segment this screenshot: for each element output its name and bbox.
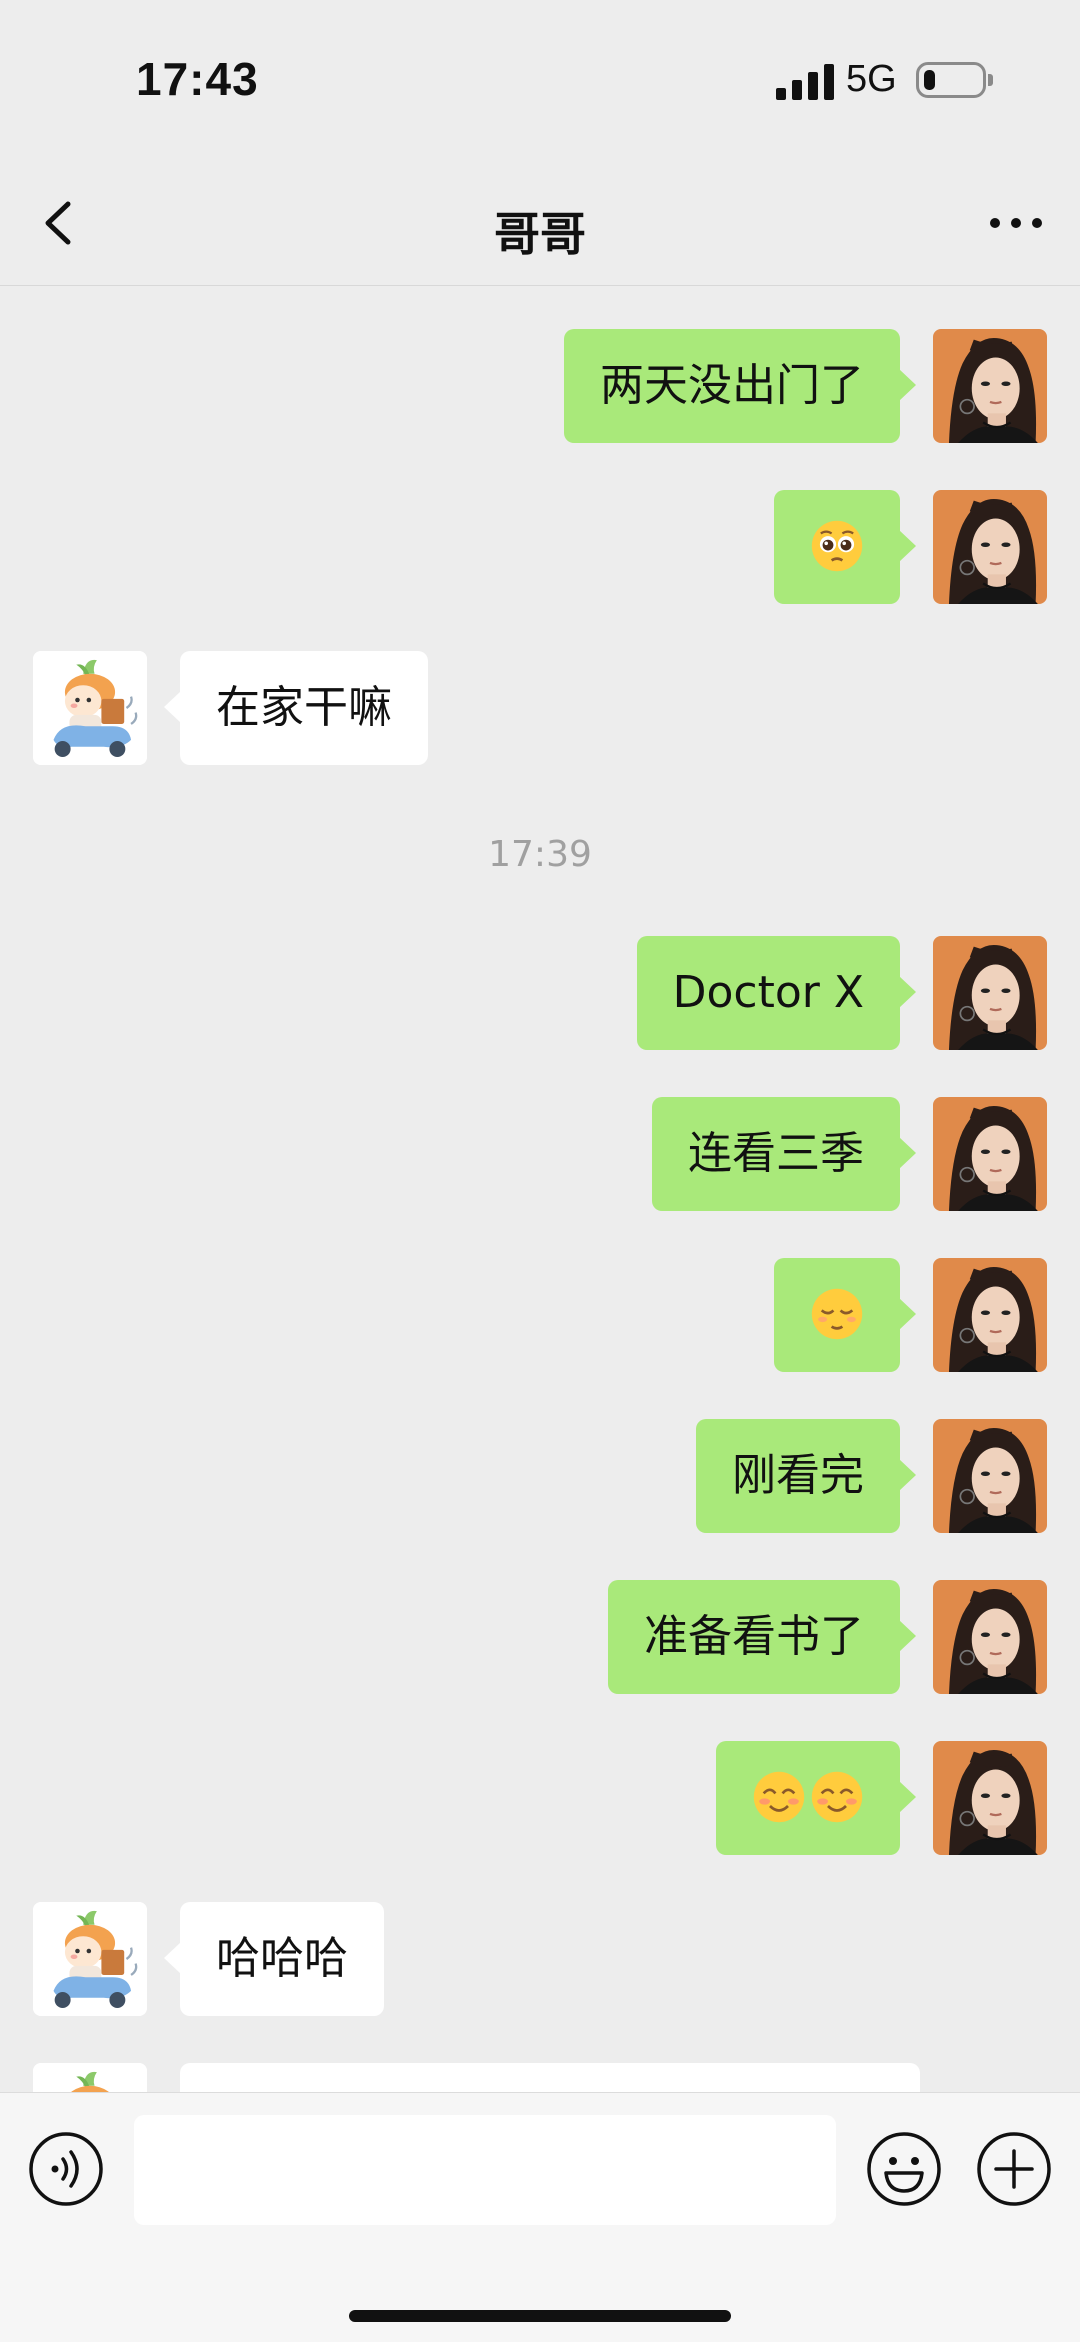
message-row: 两天没出门了 [0,329,1080,443]
message-text: 连看三季 [688,1128,864,1179]
contact-avatar[interactable] [33,651,147,765]
contact-message-bubble[interactable]: 哈哈哈 [164,1902,384,2016]
message-row: 哈哈哈 [0,1902,1080,2016]
message-timestamp: 17:39 [488,834,592,875]
my-message-bubble[interactable]: 准备看书了 [608,1580,916,1694]
message-text: Doctor X [672,967,864,1018]
message-row [0,1741,1080,1855]
my-avatar[interactable] [933,1097,1047,1211]
message-text: 准备看书了 [644,1611,864,1662]
message-row [0,1258,1080,1372]
contact-message-bubble[interactable]: 在家干嘛 [164,651,428,765]
my-avatar[interactable] [933,1580,1047,1694]
message-input[interactable] [134,2115,836,2225]
message-text: 刚看完 [732,1450,864,1501]
chat-header: 哥哥 [0,160,1080,286]
status-bar: 17:43 5G [0,0,1080,160]
my-message-bubble[interactable] [716,1741,916,1855]
message-row-partial [0,2063,1080,2092]
message-row: 在家干嘛 [0,651,1080,765]
message-text: 两天没出门了 [600,360,864,411]
battery-tip [988,74,993,86]
my-message-bubble[interactable] [774,490,916,604]
pleading-face-icon [810,519,864,573]
smiling-face-icon [752,1770,806,1824]
message-row: 刚看完 [0,1419,1080,1533]
my-avatar[interactable] [933,1419,1047,1533]
my-message-bubble[interactable]: Doctor X [636,936,917,1050]
network-label: 5G [846,58,897,100]
message-row [0,490,1080,604]
emoji-icon[interactable] [866,2131,942,2207]
my-avatar[interactable] [933,1741,1047,1855]
input-bar [0,2092,1080,2342]
more-options-icon[interactable] [986,212,1046,232]
contact-avatar[interactable] [33,1902,147,2016]
add-more-icon[interactable] [976,2131,1052,2207]
message-list[interactable]: 两天没出门了 在家干嘛 17:39 Doctor X 连看三季 刚看完 准备看书… [0,286,1080,2092]
my-avatar[interactable] [933,490,1047,604]
contact-avatar[interactable] [33,2063,147,2092]
my-message-bubble[interactable]: 两天没出门了 [564,329,916,443]
my-message-bubble[interactable] [774,1258,916,1372]
my-avatar[interactable] [933,329,1047,443]
signal-icon [776,62,836,100]
status-time: 17:43 [136,53,259,105]
message-row: Doctor X [0,936,1080,1050]
my-message-bubble[interactable]: 刚看完 [696,1419,916,1533]
relieved-face-icon [810,1287,864,1341]
contact-message-bubble[interactable] [180,2063,920,2092]
my-message-bubble[interactable]: 连看三季 [652,1097,916,1211]
battery-icon [916,62,986,98]
smiling-face-icon [810,1770,864,1824]
home-indicator [349,2310,731,2322]
my-avatar[interactable] [933,936,1047,1050]
chat-title: 哥哥 [494,207,586,261]
message-text: 哈哈哈 [216,1933,348,1984]
message-text: 在家干嘛 [216,682,392,733]
message-row: 准备看书了 [0,1580,1080,1694]
voice-input-icon[interactable] [28,2131,104,2207]
my-avatar[interactable] [933,1258,1047,1372]
message-row: 连看三季 [0,1097,1080,1211]
